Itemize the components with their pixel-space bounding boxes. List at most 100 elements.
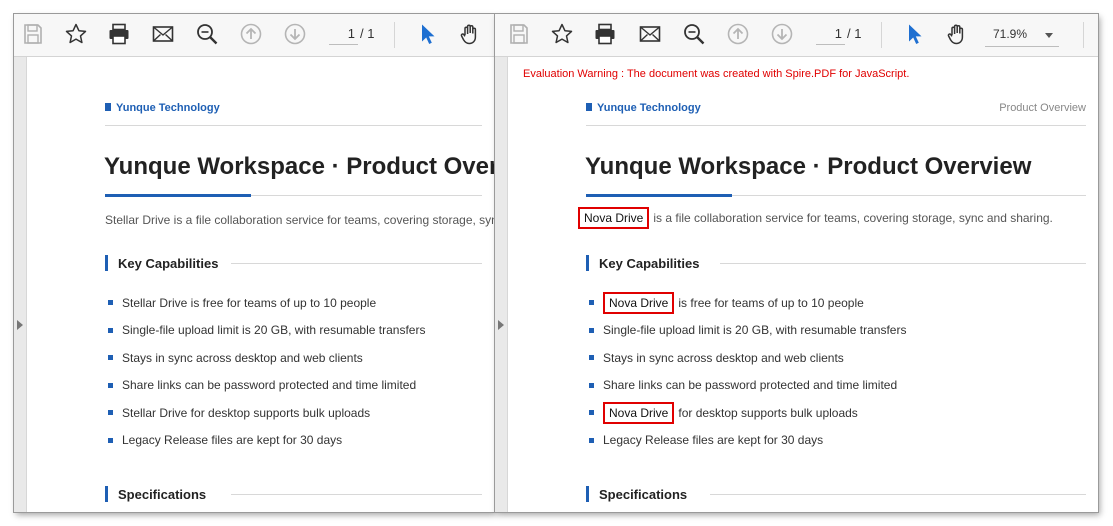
section-marker bbox=[105, 486, 108, 502]
section-title: Specifications bbox=[599, 486, 688, 502]
pdf-page: Yunque Technology Yunque Workspace · Pro… bbox=[26, 57, 494, 512]
left-toolbar: 1 / 1 bbox=[14, 14, 494, 57]
expand-arrow-icon[interactable] bbox=[498, 320, 504, 330]
pdf-page: Evaluation Warning : The document was cr… bbox=[507, 57, 1098, 512]
bullet-marker bbox=[589, 437, 594, 443]
toolbar-divider bbox=[1083, 22, 1084, 48]
zoom-search-icon[interactable] bbox=[194, 21, 220, 47]
email-icon[interactable] bbox=[637, 21, 663, 47]
list-item: Stellar Drive is free for teams of up to… bbox=[105, 289, 425, 317]
toolbar-divider bbox=[881, 22, 882, 48]
evaluation-warning: Evaluation Warning : The document was cr… bbox=[523, 68, 910, 80]
document-viewer[interactable]: Evaluation Warning : The document was cr… bbox=[495, 57, 1098, 512]
bookmark-star-icon[interactable] bbox=[549, 21, 575, 47]
intro-paragraph: Stellar Drive is a file collaboration se… bbox=[105, 213, 494, 227]
print-icon[interactable] bbox=[106, 21, 132, 47]
brand-mark bbox=[105, 103, 111, 111]
section-heading-capabilities: Key Capabilities bbox=[105, 255, 218, 271]
page-number-field[interactable]: 1 / 1 bbox=[329, 24, 385, 46]
capabilities-list: Nova Drive is free for teams of up to 10 … bbox=[586, 289, 906, 454]
page-current-input[interactable]: 1 bbox=[329, 24, 358, 45]
document-title: Yunque Workspace · Product Overview bbox=[104, 153, 494, 180]
right-toolbar: 1 / 1 71.9% bbox=[495, 14, 1098, 57]
list-item: Legacy Release files are kept for 30 day… bbox=[586, 427, 906, 455]
bullet-marker bbox=[108, 300, 113, 306]
list-item: Share links can be password protected an… bbox=[586, 372, 906, 400]
left-viewer-window: 1 / 1 Yunque Technology Yunque Workspace… bbox=[14, 14, 494, 512]
replaced-term-highlight: Nova Drive bbox=[578, 207, 650, 229]
bullet-marker bbox=[589, 355, 594, 361]
section-marker bbox=[586, 486, 589, 502]
section-divider bbox=[231, 263, 482, 264]
list-item: Share links can be password protected an… bbox=[105, 372, 425, 400]
list-item: Stays in sync across desktop and web cli… bbox=[586, 344, 906, 372]
section-divider bbox=[710, 494, 1086, 495]
select-cursor-icon[interactable] bbox=[901, 21, 927, 47]
list-item: Stellar Drive for desktop supports bulk … bbox=[105, 399, 425, 427]
page-total-label: / 1 bbox=[847, 26, 862, 41]
section-marker bbox=[586, 255, 589, 271]
header-brand: Yunque Technology bbox=[597, 102, 701, 114]
bullet-marker bbox=[589, 410, 594, 416]
intro-text: is a file collaboration service for team… bbox=[653, 211, 1053, 225]
right-viewer-window: 1 / 1 71.9% Evaluation Warning : The doc… bbox=[495, 14, 1098, 512]
bullet-marker bbox=[108, 410, 113, 416]
zoom-dropdown[interactable]: 71.9% bbox=[985, 24, 1059, 47]
list-item: Single-file upload limit is 20 GB, with … bbox=[586, 317, 906, 345]
list-item: Nova Drive is free for teams of up to 10 … bbox=[586, 289, 906, 317]
replaced-term-highlight: Nova Drive bbox=[603, 291, 675, 314]
zoom-value: 71.9% bbox=[993, 27, 1028, 41]
list-item: Single-file upload limit is 20 GB, with … bbox=[105, 317, 425, 345]
pan-hand-icon[interactable] bbox=[457, 21, 483, 47]
save-icon[interactable] bbox=[506, 21, 532, 47]
section-marker bbox=[105, 255, 108, 271]
list-item: Stays in sync across desktop and web cli… bbox=[105, 344, 425, 372]
replaced-term-highlight: Nova Drive bbox=[603, 401, 675, 424]
bullet-marker bbox=[589, 382, 594, 388]
expand-arrow-icon[interactable] bbox=[17, 320, 23, 330]
bullet-marker bbox=[589, 327, 594, 333]
section-divider bbox=[720, 263, 1086, 264]
document-title: Yunque Workspace · Product Overview bbox=[585, 153, 1032, 180]
page-total-label: / 1 bbox=[360, 26, 375, 41]
capabilities-list: Stellar Drive is free for teams of up to… bbox=[105, 289, 425, 454]
email-icon[interactable] bbox=[150, 21, 176, 47]
header-brand: Yunque Technology bbox=[116, 102, 220, 114]
save-icon[interactable] bbox=[20, 21, 46, 47]
page-current-input[interactable]: 1 bbox=[816, 24, 845, 45]
previous-page-icon[interactable] bbox=[238, 21, 264, 47]
header-section-label: Product Overview bbox=[999, 102, 1086, 114]
document-viewer[interactable]: Yunque Technology Yunque Workspace · Pro… bbox=[14, 57, 494, 512]
header-divider bbox=[586, 125, 1086, 126]
intro-paragraph: Nova Drive is a file collaboration servic… bbox=[578, 207, 1053, 229]
print-icon[interactable] bbox=[592, 21, 618, 47]
zoom-search-icon[interactable] bbox=[681, 21, 707, 47]
toolbar-divider bbox=[394, 22, 395, 48]
pan-hand-icon[interactable] bbox=[944, 21, 970, 47]
section-heading-specifications: Specifications bbox=[586, 486, 687, 502]
bullet-marker bbox=[108, 382, 113, 388]
section-title: Specifications bbox=[118, 486, 207, 502]
bullet-marker bbox=[108, 327, 113, 333]
title-accent-line bbox=[586, 194, 732, 197]
title-accent-line bbox=[105, 194, 251, 197]
bullet-marker bbox=[589, 300, 594, 306]
next-page-icon[interactable] bbox=[282, 21, 308, 47]
chevron-down-icon[interactable] bbox=[1045, 33, 1053, 38]
section-title: Key Capabilities bbox=[118, 255, 219, 271]
brand-mark bbox=[586, 103, 592, 111]
bookmark-star-icon[interactable] bbox=[63, 21, 89, 47]
section-heading-specifications: Specifications bbox=[105, 486, 206, 502]
section-heading-capabilities: Key Capabilities bbox=[586, 255, 699, 271]
bullet-marker bbox=[108, 355, 113, 361]
list-item: Legacy Release files are kept for 30 day… bbox=[105, 427, 425, 455]
bullet-marker bbox=[108, 437, 113, 443]
next-page-icon[interactable] bbox=[769, 21, 795, 47]
section-title: Key Capabilities bbox=[599, 255, 700, 271]
list-item: Nova Drive for desktop supports bulk uplo… bbox=[586, 399, 906, 427]
page-number-field[interactable]: 1 / 1 bbox=[816, 24, 872, 46]
previous-page-icon[interactable] bbox=[725, 21, 751, 47]
select-cursor-icon[interactable] bbox=[414, 21, 440, 47]
section-divider bbox=[231, 494, 482, 495]
header-divider bbox=[105, 125, 482, 126]
